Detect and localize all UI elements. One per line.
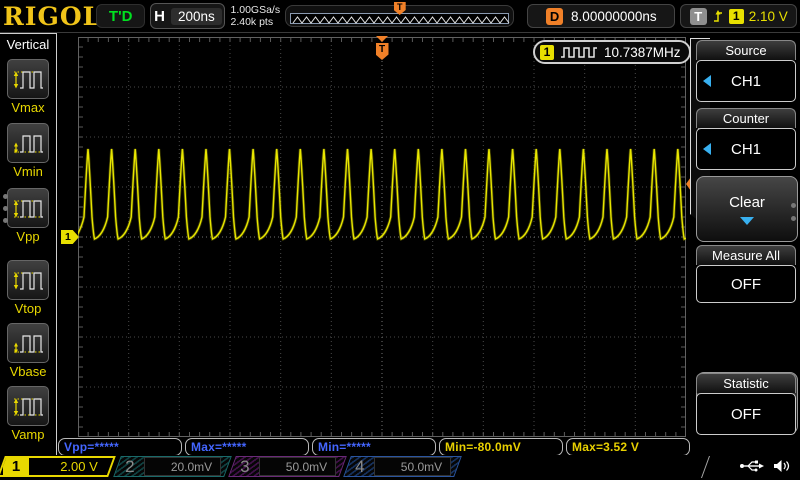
menu-item-vmax[interactable]: Vmax: [0, 59, 56, 115]
counter-channel-badge: 1: [540, 45, 554, 60]
trigger-icon: T: [690, 8, 707, 25]
waveform-display: 1 10.7387MHz T T 1 Vpp=***** Max=***** M…: [57, 33, 690, 455]
channel4-scale: 50.0mV: [401, 460, 442, 474]
rising-edge-icon: [712, 9, 724, 23]
trigger-delay-box[interactable]: D 8.00000000ns: [527, 4, 675, 28]
memory-depth: 2.40k pts: [230, 16, 280, 28]
channel-status-bar: 1 2.00 V 2 20.0mV 3 50.0mV 4 50.0mV: [0, 455, 800, 480]
menu-item-vbase[interactable]: Vbase: [0, 323, 56, 379]
menu-page-dots: [791, 203, 796, 221]
channel3-status[interactable]: 3 50.0mV: [228, 456, 347, 477]
delay-icon: D: [546, 8, 563, 25]
horizontal-label: H: [154, 8, 165, 25]
measure-all-button[interactable]: OFF: [696, 265, 796, 303]
vbase-icon: [12, 329, 44, 357]
measure-all-group: Measure All OFF: [696, 245, 796, 303]
measurement-results-bar: Vpp=***** Max=***** Min=***** Min=-80.0m…: [58, 438, 690, 456]
top-status-bar: RIGOL T'D H 200ns 1.00GSa/s 2.40k pts T …: [0, 0, 800, 33]
trigger-source-badge: 1: [729, 9, 744, 24]
counter-group: Counter CH1: [696, 108, 796, 170]
menu-item-vamp[interactable]: Vamp: [0, 386, 56, 442]
channel4-status[interactable]: 4 50.0mV: [343, 456, 462, 477]
vertical-measure-menu: Vertical Vmax Vmin: [0, 33, 57, 455]
trigger-status-badge: T'D: [96, 4, 145, 28]
chevron-down-icon: [740, 217, 754, 225]
measurement-max-pending: Max=*****: [185, 438, 309, 456]
vmax-icon: [12, 65, 44, 93]
source-group: Source CH1: [696, 40, 796, 102]
channel2-status[interactable]: 2 20.0mV: [113, 456, 232, 477]
trigger-status-text: T'D: [109, 8, 133, 25]
trigger-position-arrow-icon: [376, 36, 388, 42]
graticule-and-trace: [78, 37, 686, 437]
measurement-max-value: Max=3.52 V: [566, 438, 690, 456]
channel1-ground-marker[interactable]: 1: [61, 230, 79, 244]
square-wave-icon: [560, 44, 598, 60]
status-bar-divider: [701, 456, 710, 478]
menu-item-vpp[interactable]: Vpp: [0, 188, 56, 244]
oscilloscope-screen: RIGOL T'D H 200ns 1.00GSa/s 2.40k pts T …: [0, 0, 800, 480]
measurement-vpp: Vpp=*****: [58, 438, 182, 456]
measurement-min-value: Min=-80.0mV: [439, 438, 563, 456]
channel1-scale: 2.00 V: [60, 459, 98, 474]
statistic-button[interactable]: OFF: [696, 393, 796, 435]
rigol-logo: RIGOL: [3, 2, 91, 31]
sound-icon: [773, 459, 790, 473]
horizontal-timebase-box[interactable]: H 200ns: [150, 3, 225, 29]
counter-label: Counter: [696, 108, 796, 128]
horizontal-position-bar[interactable]: T: [285, 5, 514, 27]
channel1-status[interactable]: 1 2.00 V: [0, 456, 116, 477]
frequency-counter-badge: 1 10.7387MHz: [533, 40, 691, 64]
acquisition-info: 1.00GSa/s 2.40k pts: [230, 4, 280, 28]
chevron-left-icon: [703, 75, 711, 87]
menu-item-vtop[interactable]: Vtop: [0, 260, 56, 316]
memory-waveform-thumbnail: [291, 14, 511, 25]
trigger-info-box[interactable]: T 1 2.10 V: [680, 4, 797, 28]
source-button[interactable]: CH1: [696, 60, 796, 102]
vamp-icon: [12, 392, 44, 420]
measure-all-label: Measure All: [696, 245, 796, 265]
page-indicator-dots: [3, 194, 8, 223]
trigger-position-marker[interactable]: T: [375, 36, 389, 62]
vtop-icon: [12, 266, 44, 294]
trigger-level-value: 2.10 V: [749, 9, 788, 24]
sample-rate: 1.00GSa/s: [230, 4, 280, 16]
clear-button[interactable]: Clear: [696, 176, 798, 242]
channel3-scale: 50.0mV: [286, 460, 327, 474]
usb-icon: [739, 459, 765, 473]
vmin-icon: [12, 129, 44, 157]
channel2-scale: 20.0mV: [171, 460, 212, 474]
menu-item-vmin[interactable]: Vmin: [0, 123, 56, 179]
vpp-icon: [12, 194, 44, 222]
timebase-value: 200ns: [171, 8, 222, 25]
counter-frequency-value: 10.7387MHz: [604, 45, 681, 60]
source-label: Source: [696, 40, 796, 60]
measure-menu-panel: Measure Source CH1 Counter CH1 Clear Mea…: [690, 33, 800, 455]
counter-button[interactable]: CH1: [696, 128, 796, 170]
statistic-label: Statistic: [696, 373, 796, 393]
chevron-left-icon: [703, 143, 711, 155]
trigger-delay-value: 8.00000000ns: [571, 9, 657, 24]
statistic-group: Statistic OFF: [696, 373, 796, 435]
measurement-min-pending: Min=*****: [312, 438, 436, 456]
left-menu-title: Vertical: [0, 34, 56, 52]
